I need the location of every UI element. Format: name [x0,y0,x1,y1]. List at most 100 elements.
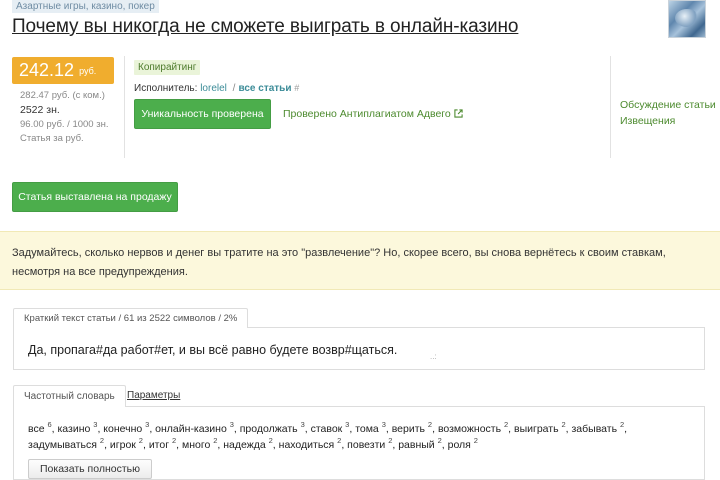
performer-link[interactable]: lorelel [200,83,227,94]
frequency-word: задумываться 2 [28,436,105,451]
word-count: 2 [503,420,509,429]
word-text: много [181,439,214,451]
short-text-tabs: Краткий текст статьи / 61 из 2522 символ… [13,308,705,329]
frequency-word: выиграть 2 [514,420,566,435]
frequency-word: игрок 2 [109,436,143,451]
frequency-word: надежда 2 [223,436,273,451]
word-count: 2 [171,436,177,445]
word-text: равный [398,439,438,451]
word-count: 3 [145,420,150,429]
uniqueness-checked-button[interactable]: Уникальность проверена [134,99,271,129]
frequency-panel: все 6, казино 3, конечно 3, онлайн-казин… [13,407,705,480]
frequency-word: тома 3 [355,420,386,435]
price-rate: 96.00 руб. / 1000 зн. [20,119,109,130]
word-count: 2 [561,420,566,429]
word-text: забывать [571,423,620,435]
price-per-article: Статья за руб. [20,133,84,144]
word-text: задумываться [28,439,100,451]
price-with-commission: 282.47 руб. (с ком.) [20,90,105,101]
frequency-tabs: Частотный словарь Параметры [13,385,705,408]
word-count: 2 [437,436,442,445]
word-count: 3 [93,420,98,429]
resize-handle[interactable]: ..: [430,352,437,361]
short-text-content: Да, пропага#да работ#ет, и вы всё равно … [28,343,398,357]
short-text-panel: Да, пропага#да работ#ет, и вы всё равно … [13,328,705,370]
frequency-word: казино 3 [57,420,98,435]
frequency-word: верить 2 [391,420,433,435]
word-count: 2 [619,420,625,429]
antiplagiat-check-link[interactable]: Проверено Антиплагиатом Адвего [283,108,463,120]
word-text: надежда [223,439,269,451]
price-badge: 242.12 руб. [12,57,114,84]
word-text: тома [355,423,382,435]
frequency-word: забывать 2 [571,420,625,435]
divider [610,56,611,158]
tab-short-text-label: Краткий текст статьи [24,313,116,324]
word-count: 2 [213,436,218,445]
price-value: 242.12 [19,60,75,80]
word-count: 3 [229,420,234,429]
word-text: повезти [347,439,389,451]
price-currency: руб. [79,66,97,76]
frequency-word-list: все 6, казино 3, конечно 3, онлайн-казин… [28,420,628,451]
word-text: казино [57,423,94,435]
article-type-label: Копирайтинг [134,60,201,75]
antiplagiat-check-label: Проверено Антиплагиатом Адвего [283,108,451,120]
tab-params[interactable]: Параметры [117,385,190,408]
frequency-word: итог 2 [148,436,177,451]
category-tag[interactable]: Азартные игры, казино, покер [12,0,159,13]
word-text: выиграть [514,423,562,435]
word-count: 2 [99,436,105,445]
frequency-word: ставок 3 [310,420,350,435]
separator: / [118,313,122,324]
frequency-word: равный 2 [398,436,442,451]
tab-frequency[interactable]: Частотный словарь [13,385,126,408]
frequency-word: конечно 3 [103,420,150,435]
hash-link[interactable]: # [294,83,299,93]
article-info-block: 242.12 руб. 282.47 руб. (с ком.) 2522 зн.… [0,50,720,160]
frequency-word: онлайн-казино 3 [155,420,234,435]
word-count: 2 [427,420,433,429]
word-count: 2 [268,436,273,445]
word-text: онлайн-казино [155,423,230,435]
tab-short-text[interactable]: Краткий текст статьи / 61 из 2522 символ… [13,308,249,329]
word-count: 6 [47,420,52,429]
word-text: итог [148,439,172,451]
notice-box: Задумайтесь, сколько нервов и денег вы т… [0,231,720,290]
word-count: 2 [138,436,143,445]
char-count: 2522 зн. [20,104,60,116]
notices-link[interactable]: Извещения [620,115,675,127]
show-all-button[interactable]: Показать полностью [28,459,152,479]
symbol-percent: 2% [223,313,238,324]
frequency-word: продолжать 3 [239,420,305,435]
on-sale-button[interactable]: Статья выставлена на продажу [12,182,178,212]
symbol-count: 61 из 2522 символов [123,313,216,324]
performer-line: Исполнитель: lorelel / все статьи # [134,83,299,94]
separator: / [218,313,221,324]
word-text: роля [447,439,474,451]
word-text: возможность [437,423,504,435]
word-text: продолжать [239,423,301,435]
page-title[interactable]: Почему вы никогда не сможете выиграть в … [12,16,518,38]
word-count: 3 [381,420,386,429]
word-text: ставок [310,423,346,435]
frequency-word: роля 2 [447,436,478,451]
all-articles-link[interactable]: все статьи [238,83,291,94]
word-count: 2 [473,436,478,445]
word-text: находиться [278,439,338,451]
performer-prefix: Исполнитель: [134,83,198,94]
divider [124,56,125,158]
frequency-word: повезти 2 [347,436,393,451]
frequency-word: возможность 2 [437,420,509,435]
separator: / [232,83,236,94]
frequency-word: все 6 [28,420,52,435]
frequency-word: много 2 [181,436,218,451]
external-link-icon [454,109,463,118]
word-count: 3 [300,420,305,429]
article-thumbnail[interactable] [668,0,706,38]
discussion-link[interactable]: Обсуждение статьи [620,99,716,111]
word-text: игрок [109,439,139,451]
word-count: 3 [345,420,350,429]
word-text: верить [391,423,428,435]
word-count: 2 [388,436,393,445]
